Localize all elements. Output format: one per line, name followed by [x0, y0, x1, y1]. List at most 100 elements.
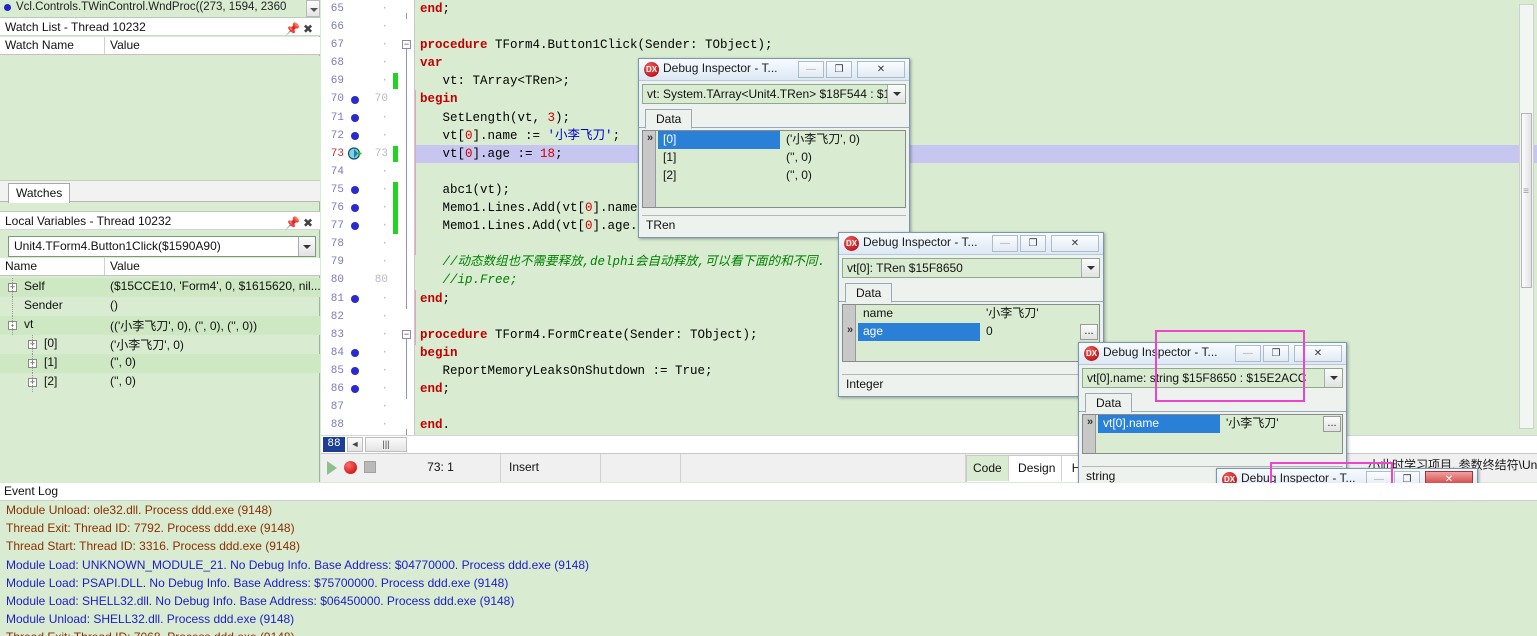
- local-panel-pin-close-icons[interactable]: 📌✖: [285, 214, 316, 232]
- close-button[interactable]: ✕: [1051, 235, 1099, 252]
- event-log-line[interactable]: Module Unload: SHELL32.dll. Process ddd.…: [0, 610, 1537, 628]
- call-stack-top-row[interactable]: Vcl.Controls.TWinControl.WndProc((273, 1…: [0, 0, 306, 16]
- debug-inspector-window-3[interactable]: DX Debug Inspector - T... — ❐ ✕ vt[0].na…: [1078, 342, 1347, 489]
- inspector-row[interactable]: » [0] ('小李飞刀', 0): [643, 131, 905, 149]
- minimize-button[interactable]: —: [1235, 345, 1261, 362]
- local-variable-row[interactable]: + [2] ('', 0): [0, 373, 320, 392]
- tab-watches[interactable]: Watches: [8, 183, 71, 203]
- local-variable-row[interactable]: + Self ($15CCE10, 'Form4', 0, $1615620, ni…: [0, 278, 321, 297]
- chevron-down-icon[interactable]: [1081, 259, 1099, 277]
- inspector-2-titlebar[interactable]: DX Debug Inspector - T... — ❐ ✕: [839, 233, 1103, 255]
- code-line[interactable]: var: [416, 54, 1537, 72]
- code-line[interactable]: [416, 163, 1537, 181]
- watch-list-body[interactable]: [0, 56, 320, 180]
- scope-combo[interactable]: Unit4.TForm4.Button1Click($1590A90): [8, 236, 316, 257]
- code-line[interactable]: Memo1.Lines.Add(vt[0].name);: [416, 199, 1537, 217]
- inspector-1-tab-data[interactable]: Data: [645, 109, 693, 129]
- inspector-row[interactable]: » age 0 ...: [843, 323, 1099, 341]
- editor-scroll-thumb[interactable]: [1521, 113, 1532, 288]
- inspector-2-tab-data[interactable]: Data: [845, 283, 893, 303]
- scroll-left-button[interactable]: ◄: [347, 437, 363, 452]
- breakpoint-icon[interactable]: [351, 131, 359, 140]
- code-line[interactable]: vt: TArray<TRen>;: [416, 72, 1537, 90]
- local-col-name[interactable]: Name: [5, 259, 37, 273]
- code-line[interactable]: [416, 18, 1537, 36]
- inspector-2-grid[interactable]: name '小李飞刀' » age 0 ...: [842, 304, 1100, 362]
- code-line[interactable]: vt[0].name := '小李飞刀';: [416, 127, 1537, 145]
- code-line[interactable]: end.: [416, 416, 1537, 434]
- code-line[interactable]: vt[0].age := 18;: [416, 144, 1537, 163]
- edit-value-button[interactable]: ...: [1323, 416, 1341, 432]
- fold-toggle-icon[interactable]: −: [402, 40, 411, 50]
- inspector-1-grid[interactable]: » [0] ('小李飞刀', 0) [1] ('', 0) [2] ('', 0…: [642, 130, 906, 208]
- event-log-line[interactable]: Module Load: PSAPI.DLL. No Debug Info. B…: [0, 574, 1537, 592]
- chevron-down-icon[interactable]: [1324, 369, 1342, 387]
- chevron-down-icon[interactable]: [887, 85, 905, 103]
- breakpoint-icon[interactable]: [351, 385, 359, 394]
- event-log-line[interactable]: Thread Exit: Thread ID: 7792. Process dd…: [0, 519, 1537, 537]
- watch-col-divider[interactable]: [104, 37, 105, 54]
- editor-horizontal-scroll-row[interactable]: 88 ◄ |||: [321, 435, 1537, 453]
- breakpoint-icon[interactable]: [351, 222, 359, 231]
- breakpoint-icon[interactable]: [351, 204, 359, 213]
- code-line[interactable]: procedure TForm4.Button1Click(Sender: TO…: [416, 36, 1537, 54]
- close-button[interactable]: ✕: [1294, 345, 1342, 362]
- inspector-3-expression-combo[interactable]: vt[0].name: string $15F8650 : $15E2ACC: [1082, 368, 1343, 388]
- fold-toggle-icon[interactable]: −: [402, 329, 411, 339]
- inspector-3-titlebar[interactable]: DX Debug Inspector - T... — ❐ ✕: [1079, 343, 1346, 365]
- inspector-row[interactable]: [1] ('', 0): [643, 149, 905, 167]
- local-col-divider[interactable]: [104, 258, 105, 275]
- maximize-button[interactable]: ❐: [1263, 345, 1289, 362]
- debug-inspector-window-2[interactable]: DX Debug Inspector - T... — ❐ ✕ vt[0]: T…: [838, 232, 1104, 397]
- breakpoint-icon[interactable]: [351, 294, 359, 303]
- panel-pin-close-icons[interactable]: 📌✖: [285, 20, 316, 38]
- inspector-2-expression-combo[interactable]: vt[0]: TRen $15F8650: [842, 258, 1100, 278]
- inspector-row[interactable]: [2] ('', 0): [643, 167, 905, 185]
- maximize-button[interactable]: ❐: [1020, 235, 1046, 252]
- code-line[interactable]: SetLength(vt, 3);: [416, 109, 1537, 127]
- event-log-line[interactable]: Module Load: UNKNOWN_MODULE_21. No Debug…: [0, 556, 1537, 574]
- maximize-button[interactable]: ❐: [826, 61, 852, 78]
- inspector-1-expression-combo[interactable]: vt: System.TArray<Unit4.TRen> $18F544 : …: [642, 84, 906, 104]
- code-line[interactable]: abc1(vt);: [416, 181, 1537, 199]
- event-log-line[interactable]: Module Unload: ole32.dll. Process ddd.ex…: [0, 501, 1537, 519]
- chevron-down-icon[interactable]: [298, 237, 315, 256]
- tab-code[interactable]: Code: [967, 456, 1009, 481]
- horizontal-scroll-thumb[interactable]: |||: [365, 437, 407, 452]
- local-variable-row[interactable]: Sender (): [0, 297, 320, 316]
- code-folding-gutter[interactable]: − −: [399, 0, 415, 436]
- debug-inspector-window-1[interactable]: DX Debug Inspector - T... — ❐ ✕ vt: Syst…: [638, 58, 910, 238]
- pause-icon[interactable]: [364, 461, 376, 473]
- edit-value-button[interactable]: ...: [1080, 324, 1098, 340]
- close-button[interactable]: ✕: [857, 61, 905, 78]
- breakpoint-icon[interactable]: [351, 113, 359, 122]
- watch-col-name[interactable]: Watch Name: [5, 38, 74, 52]
- breakpoint-icon[interactable]: [351, 348, 359, 357]
- run-icon[interactable]: [327, 461, 337, 475]
- stop-icon[interactable]: [344, 461, 357, 474]
- code-line[interactable]: begin: [416, 90, 1537, 108]
- inspector-3-tab-data[interactable]: Data: [1085, 393, 1133, 413]
- breakpoint-gutter[interactable]: [347, 0, 364, 435]
- insert-mode[interactable]: Insert: [501, 454, 601, 482]
- event-log-lines[interactable]: Module Unload: ole32.dll. Process ddd.ex…: [0, 501, 1537, 636]
- code-line[interactable]: end;: [416, 0, 1537, 18]
- code-line[interactable]: [416, 398, 1537, 416]
- breakpoint-icon[interactable]: [351, 367, 359, 375]
- editor-vertical-scrollbar[interactable]: [1519, 4, 1534, 429]
- local-variable-row[interactable]: + [1] ('', 0): [0, 354, 320, 373]
- tab-design[interactable]: Design: [1012, 456, 1063, 481]
- watch-col-value[interactable]: Value: [110, 38, 140, 52]
- local-variable-row[interactable]: - vt (('小李飞刀', 0), ('', 0), ('', 0)): [0, 316, 320, 335]
- minimize-button[interactable]: —: [798, 61, 824, 78]
- inspector-3-grid[interactable]: » vt[0].name '小李飞刀' ...: [1082, 414, 1343, 454]
- breakpoint-icon[interactable]: [351, 95, 359, 104]
- inspector-row[interactable]: name '小李飞刀': [843, 305, 1099, 323]
- inspector-1-titlebar[interactable]: DX Debug Inspector - T... — ❐ ✕: [639, 59, 909, 81]
- inspector-row[interactable]: » vt[0].name '小李飞刀' ...: [1083, 415, 1342, 433]
- call-stack-scroll-down-button[interactable]: [306, 0, 320, 17]
- event-log-line[interactable]: Module Load: SHELL32.dll. No Debug Info.…: [0, 592, 1537, 610]
- minimize-button[interactable]: —: [992, 235, 1018, 252]
- local-variable-row[interactable]: + [0] ('小李飞刀', 0): [0, 335, 320, 354]
- event-log-line[interactable]: Thread Exit: Thread ID: 7068. Process dd…: [0, 628, 1537, 636]
